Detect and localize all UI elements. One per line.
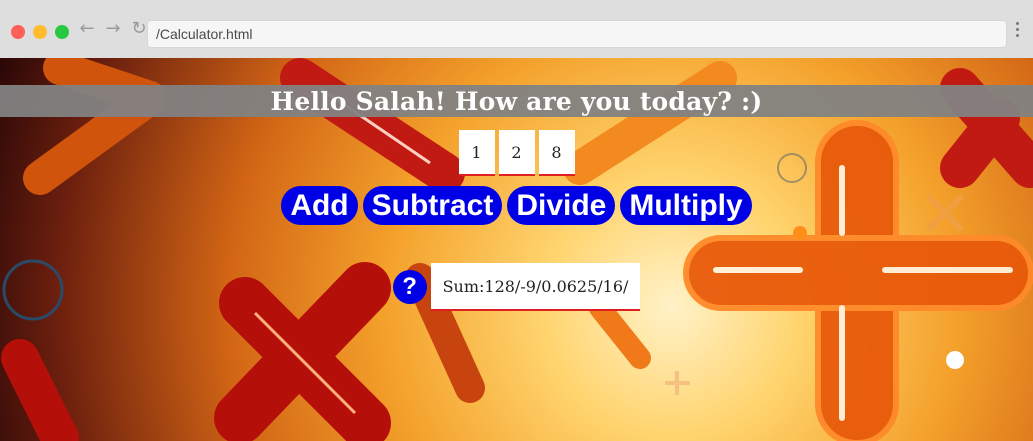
window-controls <box>11 25 69 39</box>
navigation-buttons: ← → ↻ <box>78 20 148 38</box>
subtract-button[interactable]: Subtract <box>362 186 503 225</box>
number-input-2[interactable] <box>498 130 535 176</box>
number-input-3[interactable] <box>538 130 575 176</box>
arrow-left-icon[interactable]: ← <box>78 20 96 38</box>
multiply-button[interactable]: Multiply <box>620 186 752 225</box>
arrow-right-icon[interactable]: → <box>104 20 122 38</box>
result-display: Sum:128/-9/0.0625/16/ <box>430 263 641 311</box>
operation-buttons: Add Subtract Divide Multiply <box>0 186 1033 225</box>
kebab-menu-icon[interactable] <box>1016 22 1019 37</box>
address-text: /Calculator.html <box>156 26 253 42</box>
reload-icon[interactable]: ↻ <box>130 20 148 38</box>
close-window-button[interactable] <box>11 25 25 39</box>
browser-chrome: ← → ↻ /Calculator.html <box>0 0 1033 59</box>
help-button[interactable]: ? <box>392 270 427 304</box>
address-bar[interactable]: /Calculator.html <box>147 20 1007 48</box>
minimize-window-button[interactable] <box>33 25 47 39</box>
page-content: Hello Salah! How are you today? :) Add S… <box>0 58 1033 441</box>
add-button[interactable]: Add <box>281 186 358 225</box>
result-row: ? Sum:128/-9/0.0625/16/ <box>0 263 1033 311</box>
number-input-1[interactable] <box>458 130 495 176</box>
result-text: Sum:128/-9/0.0625/16/ <box>442 276 629 296</box>
greeting-text: Hello Salah! How are you today? :) <box>270 86 763 116</box>
greeting-banner: Hello Salah! How are you today? :) <box>0 85 1033 117</box>
maximize-window-button[interactable] <box>55 25 69 39</box>
number-inputs <box>0 130 1033 176</box>
divide-button[interactable]: Divide <box>507 186 616 225</box>
